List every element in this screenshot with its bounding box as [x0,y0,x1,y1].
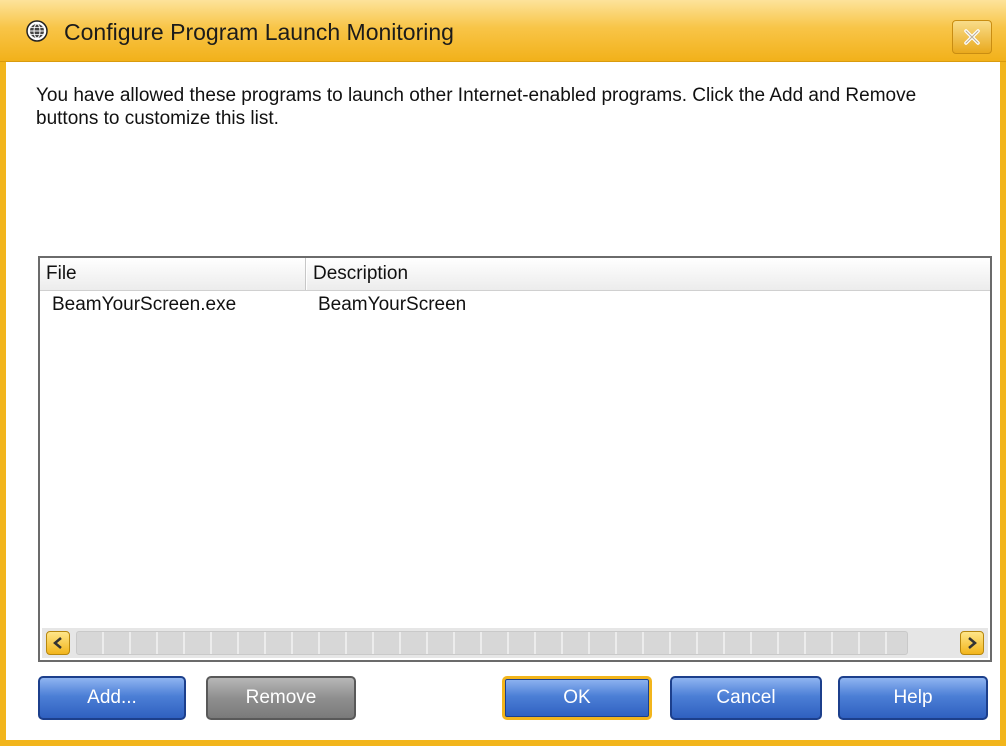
scroll-left-button[interactable] [46,631,70,655]
list-header: File Description [40,258,990,291]
globe-icon [26,20,48,42]
help-button[interactable]: Help [838,676,988,720]
ok-button[interactable]: OK [502,676,652,720]
row-description: BeamYourScreen [318,294,467,315]
chevron-right-icon [968,637,977,649]
title-bar[interactable]: Configure Program Launch Monitoring [0,0,1006,62]
program-list[interactable]: File Description BeamYourScreen.exe Beam… [38,256,992,662]
scroll-right-button[interactable] [960,631,984,655]
scroll-track[interactable] [76,631,908,655]
horizontal-scrollbar[interactable] [42,628,988,658]
row-file: BeamYourScreen.exe [52,294,237,315]
list-row[interactable]: BeamYourScreen.exe BeamYourScreen [40,292,990,318]
window-title: Configure Program Launch Monitoring [64,19,454,45]
dialog-window: Configure Program Launch Monitoring You … [0,0,1006,746]
close-button[interactable] [952,20,992,54]
column-header-file[interactable]: File [40,258,306,290]
column-header-description[interactable]: Description [306,258,992,290]
instructions-text: You have allowed these programs to launc… [36,85,917,129]
chevron-left-icon [53,637,62,649]
close-icon [964,29,980,45]
cancel-button[interactable]: Cancel [670,676,822,720]
add-button[interactable]: Add... [38,676,186,720]
remove-button[interactable]: Remove [206,676,356,720]
